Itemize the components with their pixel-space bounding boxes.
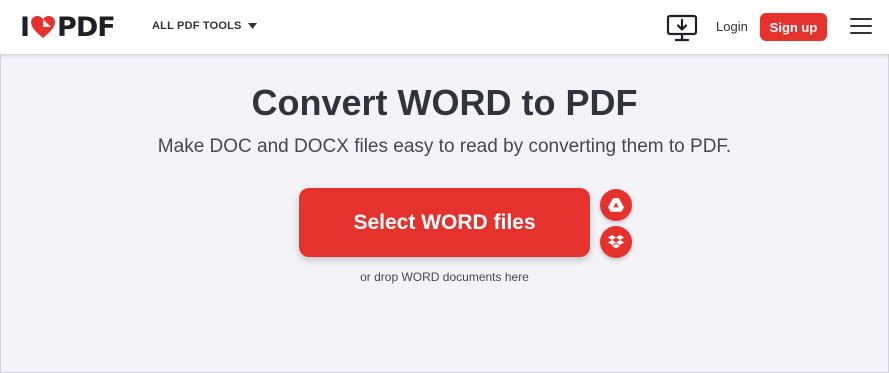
- login-link[interactable]: Login: [716, 19, 748, 34]
- page-title: Convert WORD to PDF: [251, 82, 638, 123]
- all-pdf-tools-menu[interactable]: ALL PDF TOOLS: [152, 20, 257, 32]
- hamburger-menu-icon[interactable]: [850, 18, 872, 36]
- tools-menu-label: ALL PDF TOOLS: [152, 20, 242, 32]
- dropbox-button[interactable]: [600, 226, 632, 258]
- caret-down-icon: [247, 23, 257, 29]
- hamburger-line: [850, 25, 872, 27]
- ilovepdf-logo[interactable]: I PDF: [20, 11, 116, 43]
- drop-documents-hint: or drop WORD documents here: [360, 270, 529, 284]
- page-subtitle: Make DOC and DOCX files easy to read by …: [157, 136, 732, 157]
- hamburger-line: [850, 32, 872, 34]
- signup-button[interactable]: Sign up: [760, 13, 827, 41]
- heart-icon: [31, 16, 56, 38]
- google-drive-icon: [608, 198, 624, 212]
- dropbox-icon: [608, 234, 624, 248]
- top-header: I PDF ALL PDF TOOLS Login Sign up: [0, 0, 889, 54]
- window-frame: [0, 0, 889, 373]
- select-word-files-button[interactable]: Select WORD files: [299, 188, 590, 257]
- desktop-download-icon[interactable]: [666, 14, 698, 42]
- logo-letters-pdf: PDF: [57, 11, 116, 43]
- logo-letter-i: I: [20, 11, 30, 43]
- hamburger-line: [850, 18, 872, 20]
- google-drive-button[interactable]: [600, 189, 632, 221]
